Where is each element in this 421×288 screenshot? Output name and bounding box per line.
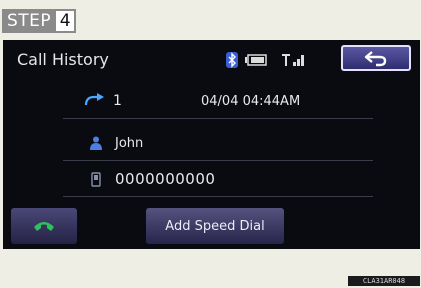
step-label: STEP 4 <box>2 9 77 33</box>
call-button[interactable] <box>11 208 77 244</box>
history-row-name: John <box>63 126 373 161</box>
outgoing-call-icon <box>81 93 111 109</box>
bluetooth-icon <box>226 52 238 68</box>
contact-name: John <box>115 135 144 151</box>
step-number: 4 <box>56 9 77 33</box>
phone-number: 0000000000 <box>115 170 216 188</box>
signal-icon <box>282 54 304 66</box>
add-speed-dial-button[interactable]: Add Speed Dial <box>146 208 284 244</box>
return-arrow-icon <box>364 51 387 67</box>
history-row-number: 0000000000 <box>63 162 373 197</box>
call-datetime: 04/04 04:44AM <box>201 93 301 109</box>
history-row-call: 1 04/04 04:44AM <box>63 84 373 119</box>
person-icon <box>81 136 111 150</box>
call-count: 1 <box>113 93 122 109</box>
status-bar <box>225 52 307 68</box>
back-button[interactable] <box>341 45 411 71</box>
figure-code: CLA31AR048 <box>348 276 420 286</box>
mobile-phone-icon <box>81 171 111 187</box>
battery-icon <box>245 54 267 66</box>
phone-handset-icon <box>34 222 54 231</box>
page-title: Call History <box>17 50 109 69</box>
phone-screen: Call History 1 04/04 04:44AM John 000000… <box>3 40 420 249</box>
step-word: STEP <box>2 9 57 33</box>
